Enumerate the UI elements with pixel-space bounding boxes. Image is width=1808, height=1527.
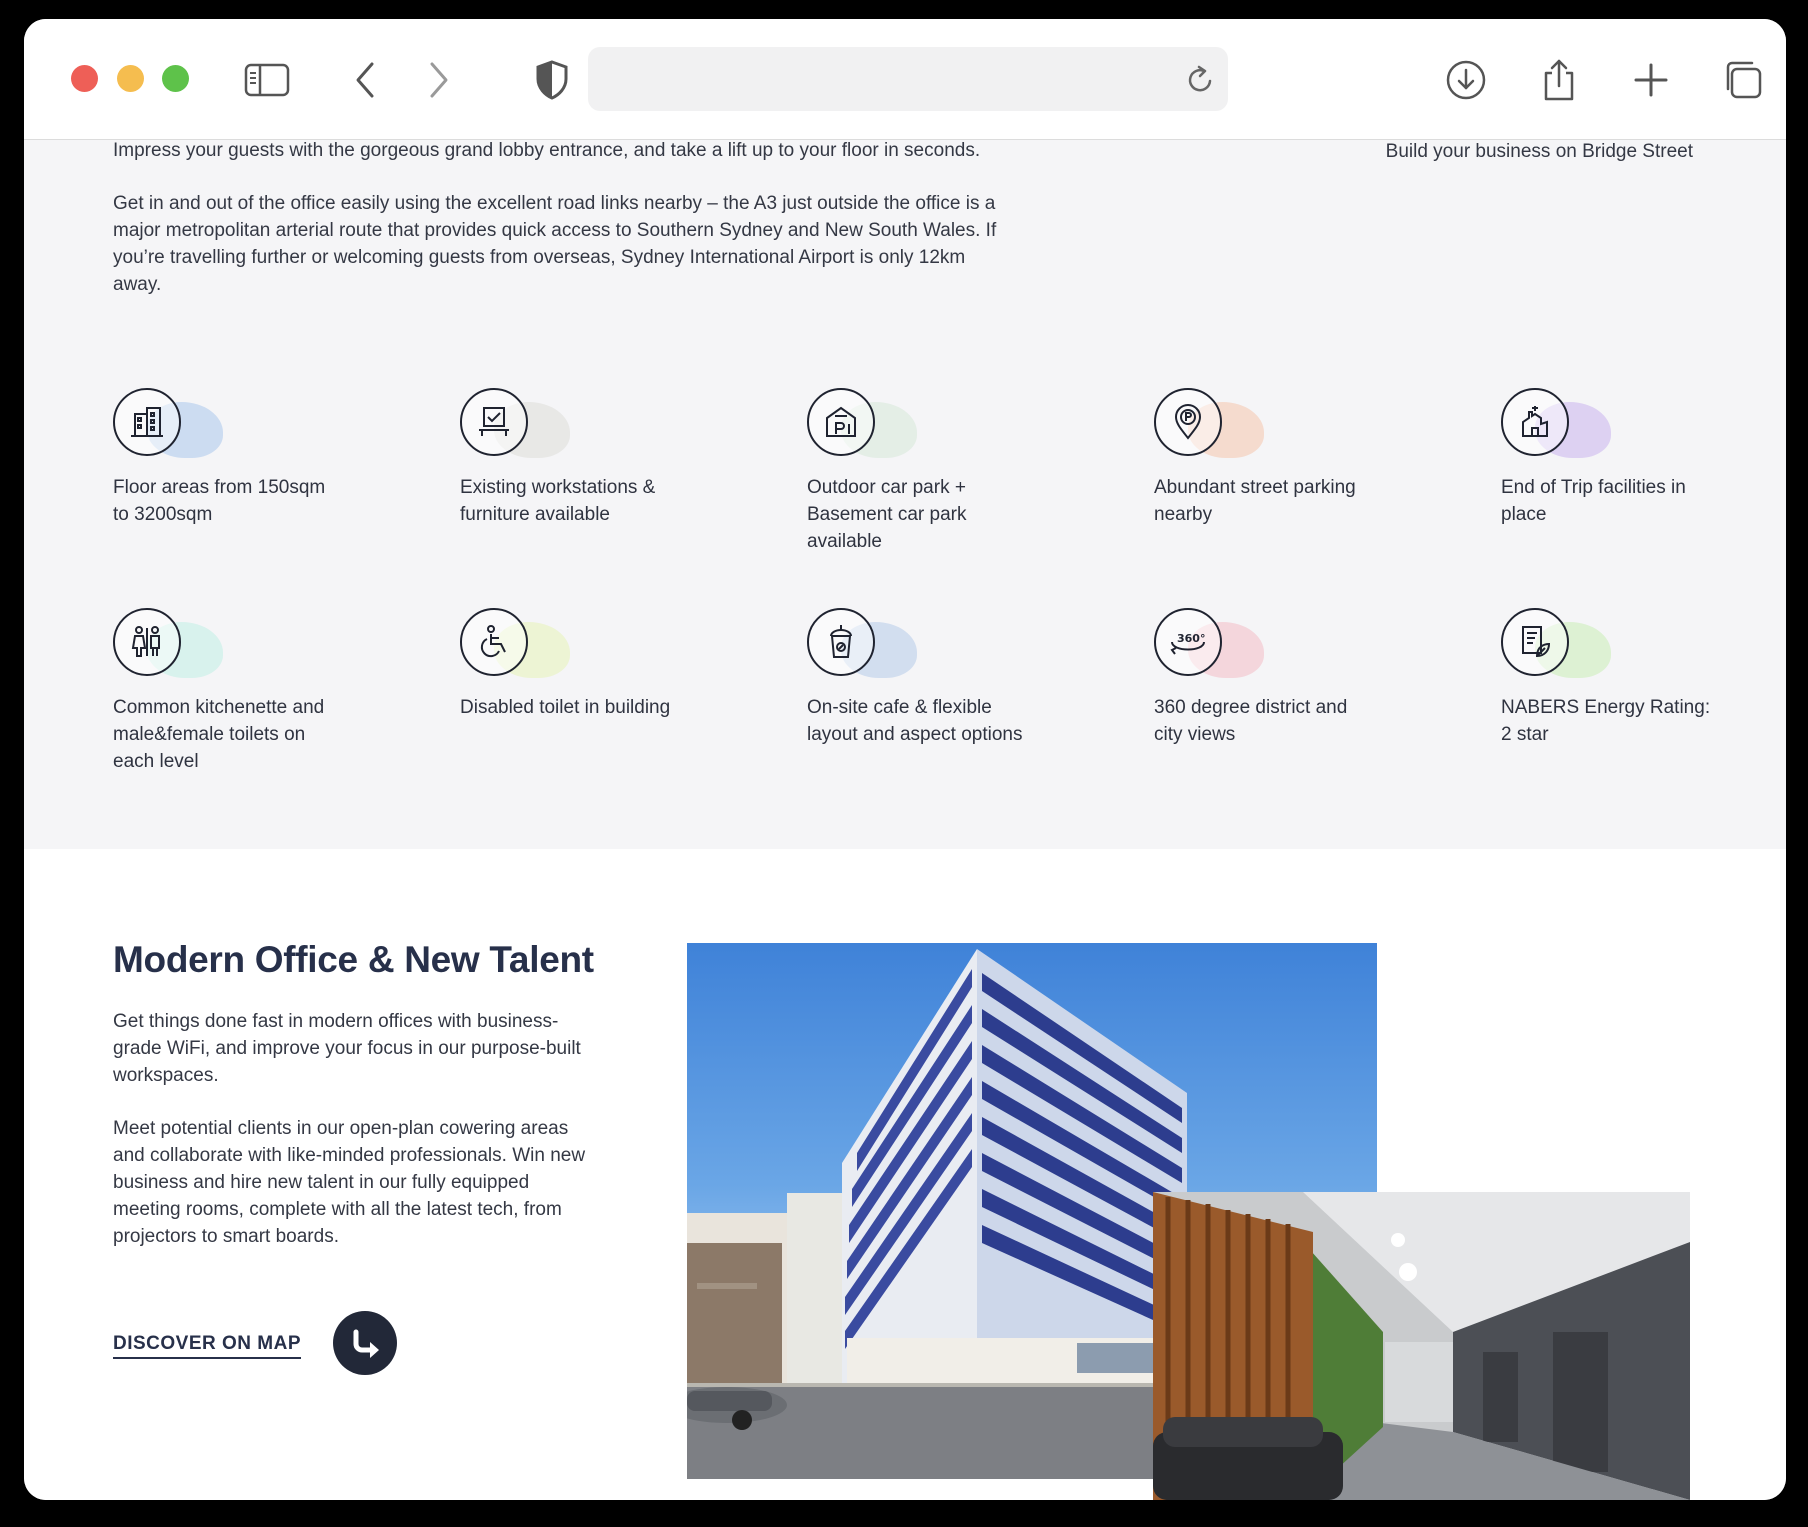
forward-icon[interactable] xyxy=(416,57,462,103)
discover-on-map-button[interactable] xyxy=(333,1311,397,1375)
parking-pin-icon xyxy=(1154,388,1222,456)
workstation-icon xyxy=(460,388,528,456)
browser-window: Impress your guests with the gorgeous gr… xyxy=(24,19,1786,1500)
feature-cafe: On-site cafe & flexible layout and aspec… xyxy=(807,608,1027,748)
section-title: Modern Office & New Talent xyxy=(113,939,594,980)
feature-label: Floor areas from 150sqm to 3200sqm xyxy=(113,477,326,525)
wheelchair-icon xyxy=(460,608,528,676)
sidebar-icon[interactable] xyxy=(244,57,290,103)
svg-text:360°: 360° xyxy=(1177,632,1205,645)
lobby-interior-photo xyxy=(1153,1192,1690,1500)
feature-label: NABERS Energy Rating: 2 star xyxy=(1501,697,1711,745)
minimize-window-button[interactable] xyxy=(117,65,144,92)
tabs-overview-icon[interactable] xyxy=(1720,57,1766,103)
feature-360-views: 360° 360 degree district and city views xyxy=(1154,608,1374,748)
feature-label: Outdoor car park + Basement car park ava… xyxy=(807,477,967,552)
feature-floor-areas: Floor areas from 150sqm to 3200sqm xyxy=(113,388,333,528)
feature-street-parking: Abundant street parking nearby xyxy=(1154,388,1374,528)
zoom-window-button[interactable] xyxy=(162,65,189,92)
modern-office-section: Modern Office & New Talent Get things do… xyxy=(24,849,1786,1500)
feature-label: Disabled toilet in building xyxy=(460,697,671,718)
reload-icon[interactable] xyxy=(1186,63,1216,100)
close-window-button[interactable] xyxy=(71,65,98,92)
new-tab-icon[interactable] xyxy=(1628,57,1674,103)
modern-office-paragraph-cowering: Meet potential clients in our open-plan … xyxy=(113,1118,586,1247)
intro-paragraph-transport: Get in and out of the office easily usin… xyxy=(113,193,997,295)
360-view-icon: 360° xyxy=(1154,608,1222,676)
address-bar[interactable] xyxy=(588,47,1228,111)
feature-end-of-trip: End of Trip facilities in place xyxy=(1501,388,1721,528)
feature-label: Abundant street parking nearby xyxy=(1154,477,1356,525)
toilets-icon xyxy=(113,608,181,676)
download-icon[interactable] xyxy=(1443,57,1489,103)
feature-disabled-toilet: Disabled toilet in building xyxy=(460,608,680,721)
browser-toolbar xyxy=(24,19,1786,140)
feature-label: On-site cafe & flexible layout and aspec… xyxy=(807,697,1023,745)
feature-label: Existing workstations & furniture availa… xyxy=(460,477,656,525)
arrow-turn-icon xyxy=(353,1329,379,1358)
building-icon xyxy=(113,388,181,456)
back-icon[interactable] xyxy=(342,57,388,103)
feature-label: 360 degree district and city views xyxy=(1154,697,1348,745)
feature-label: Common kitchenette and male&female toile… xyxy=(113,697,325,772)
energy-rating-icon xyxy=(1501,608,1569,676)
discover-on-map-link[interactable]: DISCOVER ON MAP xyxy=(113,1333,302,1359)
modern-office-paragraph-wifi: Get things done fast in modern offices w… xyxy=(113,1011,581,1086)
feature-nabers: NABERS Energy Rating: 2 star xyxy=(1501,608,1721,748)
intro-paragraph-lobby: Impress your guests with the gorgeous gr… xyxy=(113,140,981,161)
cafe-cup-icon xyxy=(807,608,875,676)
feature-workstations: Existing workstations & furniture availa… xyxy=(460,388,680,528)
privacy-shield-icon[interactable] xyxy=(529,57,575,103)
feature-kitchenette: Common kitchenette and male&female toile… xyxy=(113,608,333,775)
share-icon[interactable] xyxy=(1536,57,1582,103)
car-park-icon xyxy=(807,388,875,456)
features-section: Impress your guests with the gorgeous gr… xyxy=(24,140,1786,849)
page-content: Impress your guests with the gorgeous gr… xyxy=(24,140,1786,1500)
feature-label: End of Trip facilities in place xyxy=(1501,477,1686,525)
feature-car-park: Outdoor car park + Basement car park ava… xyxy=(807,388,1027,555)
facilities-icon xyxy=(1501,388,1569,456)
side-note: Build your business on Bridge Street xyxy=(1385,141,1693,162)
